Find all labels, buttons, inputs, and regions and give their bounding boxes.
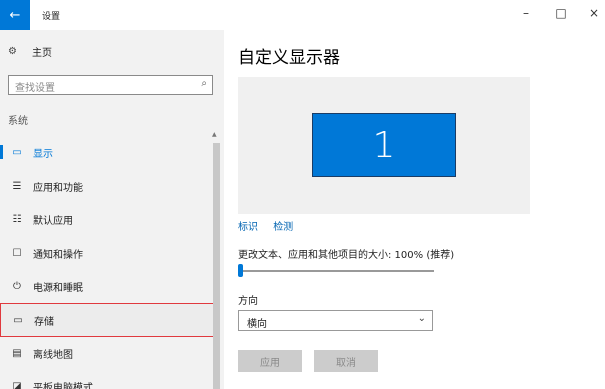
sidebar-item-power-sleep[interactable]: ⏻ 电源和睡眠: [0, 269, 216, 303]
sidebar-scrollbar[interactable]: [213, 143, 220, 389]
scroll-up-icon[interactable]: ▲: [212, 131, 217, 138]
apply-button[interactable]: 应用: [238, 350, 302, 372]
sidebar-item-display[interactable]: ▭ 显示: [0, 135, 216, 169]
cancel-button[interactable]: 取消: [314, 350, 378, 372]
identify-link[interactable]: 标识: [238, 222, 258, 233]
search-placeholder: 查找设置: [15, 83, 55, 94]
default-apps-icon: ☷: [12, 213, 22, 225]
page-title: 自定义显示器: [238, 48, 340, 68]
search-input[interactable]: 查找设置 ⌕: [8, 75, 213, 95]
main-content: 自定义显示器 1 标识 检测 更改文本、应用和其他项目的大小: 100% (推荐…: [224, 30, 605, 389]
orientation-dropdown[interactable]: 横向 ⌄: [238, 310, 433, 331]
sidebar-item-tablet-mode[interactable]: ◪ 平板电脑模式: [0, 369, 216, 389]
tablet-mode-icon: ◪: [12, 380, 22, 389]
monitor-number: 1: [372, 124, 396, 166]
sidebar-item-home[interactable]: ⚙ 主页: [8, 43, 52, 59]
window-title: 设置: [42, 12, 61, 22]
notifications-icon: ☐: [12, 247, 22, 259]
sidebar-item-offline-maps[interactable]: ▤ 离线地图: [0, 336, 216, 370]
sidebar-item-label: 电源和睡眠: [33, 282, 83, 294]
sidebar-item-label: 平板电脑模式: [33, 382, 93, 389]
title-bar: ← 设置 – □ ×: [0, 0, 605, 30]
minimize-button[interactable]: –: [516, 6, 536, 20]
detect-link[interactable]: 检测: [273, 222, 293, 233]
active-indicator: [0, 145, 3, 159]
sidebar-item-apps-features[interactable]: ☰ 应用和功能: [0, 169, 216, 203]
close-button[interactable]: ×: [584, 6, 604, 20]
storage-icon: ▭: [13, 314, 23, 326]
sidebar-item-label: 离线地图: [33, 349, 73, 361]
display-icon: ▭: [12, 146, 22, 158]
monitor-arrangement-area: 1: [238, 77, 530, 214]
sidebar-item-label: 默认应用: [33, 215, 73, 227]
orientation-label: 方向: [238, 296, 258, 307]
orientation-value: 横向: [247, 319, 267, 330]
sidebar-item-storage[interactable]: ▭ 存储: [0, 303, 216, 337]
monitor-tile[interactable]: 1: [312, 113, 456, 177]
offline-maps-icon: ▤: [12, 347, 22, 359]
maximize-button[interactable]: □: [551, 6, 571, 20]
sidebar-item-label: 通知和操作: [33, 249, 83, 261]
monitor-links: 标识 检测: [238, 218, 305, 233]
sidebar-item-label: 主页: [32, 47, 52, 59]
gear-icon: ⚙: [8, 45, 17, 57]
back-arrow-icon: ←: [9, 7, 21, 23]
scale-slider-thumb[interactable]: [238, 264, 243, 277]
sidebar-item-label: 显示: [33, 148, 53, 160]
cancel-label: 取消: [336, 357, 356, 369]
search-icon[interactable]: ⌕: [201, 78, 207, 89]
chevron-down-icon: ⌄: [417, 313, 426, 324]
power-sleep-icon: ⏻: [13, 280, 21, 292]
group-label-system: 系统: [8, 116, 28, 127]
sidebar-item-label: 存储: [34, 316, 54, 328]
scale-slider-track[interactable]: [238, 270, 434, 272]
scale-label: 更改文本、应用和其他项目的大小: 100% (推荐): [238, 250, 455, 261]
apply-label: 应用: [260, 357, 280, 369]
sidebar: ⚙ 主页 查找设置 ⌕ 系统 ▭ 显示 ☰ 应用和功能 ☷ 默认应用 ☐ 通知和…: [0, 30, 224, 389]
sidebar-item-label: 应用和功能: [33, 182, 83, 194]
back-button[interactable]: ←: [0, 0, 30, 30]
sidebar-item-default-apps[interactable]: ☷ 默认应用: [0, 202, 216, 236]
sidebar-item-notifications[interactable]: ☐ 通知和操作: [0, 236, 216, 270]
apps-features-icon: ☰: [12, 180, 22, 192]
